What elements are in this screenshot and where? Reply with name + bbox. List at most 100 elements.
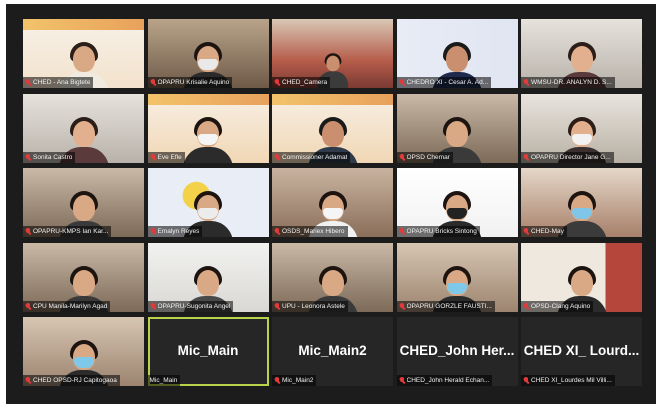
participant-tile[interactable]: Emalyn Reyes <box>147 168 269 237</box>
muted-mic-icon <box>150 302 156 310</box>
participant-tile[interactable]: CHED OPSD-RJ Capitogaoa <box>23 317 144 386</box>
participant-tile[interactable]: WMSU-DR. ANALYN D. S... <box>521 19 642 88</box>
slide-banner <box>147 93 269 105</box>
participant-name-bar: OPAPRU GORZLE FAUSTI... <box>396 300 495 312</box>
participant-tile[interactable]: OSDS_Mariex Hibero <box>272 168 393 237</box>
participant-name: UPU - Leonora Astele <box>282 302 345 310</box>
participant-tile[interactable]: OPSD Chemar <box>396 93 518 163</box>
participant-name: OPAPRU Krisalie Aquino <box>157 79 230 86</box>
participant-tile[interactable]: OPAPRU-KMPS Ian Kar... <box>23 168 144 237</box>
participant-display-name: CHED_John Her... <box>399 343 515 358</box>
muted-mic-icon <box>399 377 405 384</box>
participant-name: CHED_Camera <box>282 79 328 86</box>
muted-mic-icon <box>399 79 405 86</box>
participant-name: CHED OPSD-RJ Capitogaoa <box>33 377 117 384</box>
participant-name-bar: CHED-May <box>521 226 567 237</box>
participant-tile[interactable]: OPAPRU Krisalie Aquino <box>147 19 269 88</box>
participant-name: CPU Manila-Marilyn Agad <box>33 302 108 310</box>
muted-mic-icon <box>274 228 280 235</box>
participant-tile[interactable]: UPU - Leonora Astele <box>272 242 393 312</box>
participant-name-bar: CHED_Camera <box>272 77 331 88</box>
participant-name: Commissioner Adamat <box>282 153 348 161</box>
muted-mic-icon <box>25 79 31 86</box>
participant-name-bar: Emalyn Reyes <box>147 226 203 237</box>
participant-name: OPAPRU Director Jane G... <box>531 153 611 161</box>
participant-name: OPSD Chemar <box>406 153 450 161</box>
muted-mic-icon <box>399 228 405 235</box>
muted-mic-icon <box>523 377 529 384</box>
participant-name-bar: Sonita Castro <box>23 151 76 163</box>
participant-tile[interactable]: CHED_Camera <box>272 19 393 88</box>
participant-name-bar: OSDS_Mariex Hibero <box>272 226 348 237</box>
muted-mic-icon <box>25 377 31 384</box>
participant-name-bar: Mic_Main2 <box>272 375 317 386</box>
participant-tile[interactable]: OPAPRU GORZLE FAUSTI... <box>396 242 518 312</box>
participant-name: OPAPRU Bricks Sintong <box>406 228 477 235</box>
participant-name: CHED_John Herald Echan... <box>406 377 490 384</box>
participant-tile[interactable]: CHED_John Her... CHED_John Herald Echan..… <box>396 317 518 386</box>
participant-name: OPAPRU-Sugonita Angel <box>157 302 231 310</box>
participant-name: OPAPRU-KMPS Ian Kar... <box>33 228 109 235</box>
participant-tile[interactable]: OPSD-Clang Aquino <box>521 242 642 312</box>
muted-mic-icon <box>274 79 280 86</box>
participant-name-bar: CHED - Ana Bigtete <box>23 77 94 88</box>
participant-tile[interactable]: Eve Efle <box>147 93 269 163</box>
participant-video-figure <box>180 116 236 163</box>
muted-mic-icon <box>399 302 405 310</box>
participant-tile[interactable]: CHEDRO XI - Cesar A. Ad... <box>396 19 518 88</box>
participant-name: Sonita Castro <box>33 153 73 161</box>
participant-name: WMSU-DR. ANALYN D. S... <box>531 79 612 86</box>
participant-tile[interactable]: CHED - Ana Bigtete <box>23 19 144 88</box>
muted-mic-icon <box>274 377 280 384</box>
participant-display-name: Mic_Main2 <box>298 343 367 358</box>
participant-name: Mic_Main2 <box>282 377 314 384</box>
muted-mic-icon <box>150 153 156 161</box>
participant-name-bar: OPAPRU Director Jane G... <box>521 151 614 163</box>
participant-tile[interactable]: OPAPRU-Sugonita Angel <box>147 242 269 312</box>
slide-banner <box>23 19 144 31</box>
participant-tile[interactable]: Mic_Main Mic_Main <box>147 317 269 386</box>
participant-name-bar: OPAPRU Krisalie Aquino <box>147 77 233 88</box>
participant-name: Mic_Main <box>149 377 178 384</box>
muted-mic-icon <box>399 153 405 161</box>
muted-mic-icon <box>523 228 529 235</box>
participant-tile[interactable]: CHED-May <box>521 168 642 237</box>
participant-name-bar: WMSU-DR. ANALYN D. S... <box>521 77 615 88</box>
participant-tile[interactable]: Mic_Main2 Mic_Main2 <box>272 317 393 386</box>
participant-name-bar: UPU - Leonora Astele <box>272 300 348 312</box>
participant-name-bar: OPSD-Clang Aquino <box>521 300 594 312</box>
muted-mic-icon <box>274 153 280 161</box>
slide-banner <box>272 93 393 105</box>
participant-tile[interactable]: OPAPRU Director Jane G... <box>521 93 642 163</box>
participant-name-bar: Mic_Main <box>147 375 181 386</box>
participant-name: CHED-May <box>531 228 564 235</box>
participant-name-bar: CPU Manila-Marilyn Agad <box>23 300 111 312</box>
participant-name-bar: CHEDRO XI - Cesar A. Ad... <box>396 77 492 88</box>
participant-name: Eve Efle <box>157 153 182 161</box>
muted-mic-icon <box>25 153 31 161</box>
participant-tile[interactable]: OPAPRU Bricks Sintong <box>396 168 518 237</box>
participant-tile[interactable]: CPU Manila-Marilyn Agad <box>23 242 144 312</box>
participant-name: OSDS_Mariex Hibero <box>282 228 345 235</box>
muted-mic-icon <box>274 302 280 310</box>
participant-name-bar: OPSD Chemar <box>396 151 453 163</box>
meeting-window: CHED - Ana Bigtete OPAPRU Krisalie Aquino… <box>6 4 656 404</box>
participant-tile[interactable]: Sonita Castro <box>23 93 144 163</box>
muted-mic-icon <box>150 79 156 86</box>
muted-mic-icon <box>25 228 31 235</box>
participant-name: CHEDRO XI - Cesar A. Ad... <box>406 79 489 86</box>
participant-name-bar: CHED OPSD-RJ Capitogaoa <box>23 375 120 386</box>
participant-name: CHED - Ana Bigtete <box>33 79 91 86</box>
muted-mic-icon <box>523 79 529 86</box>
participant-name-bar: Commissioner Adamat <box>272 151 351 163</box>
participant-name-bar: CHED_John Herald Echan... <box>396 375 493 386</box>
participant-tile[interactable]: Commissioner Adamat <box>272 93 393 163</box>
muted-mic-icon <box>25 302 31 310</box>
participant-name: Emalyn Reyes <box>157 228 200 235</box>
muted-mic-icon <box>150 228 156 235</box>
participant-tile[interactable]: CHED XI_ Lourd... CHED XI_Lourdes Mil Vil… <box>521 317 642 386</box>
participant-display-name: Mic_Main <box>177 343 239 358</box>
participant-name-bar: OPAPRU Bricks Sintong <box>396 226 480 237</box>
muted-mic-icon <box>523 302 529 310</box>
participant-name: OPAPRU GORZLE FAUSTI... <box>406 302 492 310</box>
